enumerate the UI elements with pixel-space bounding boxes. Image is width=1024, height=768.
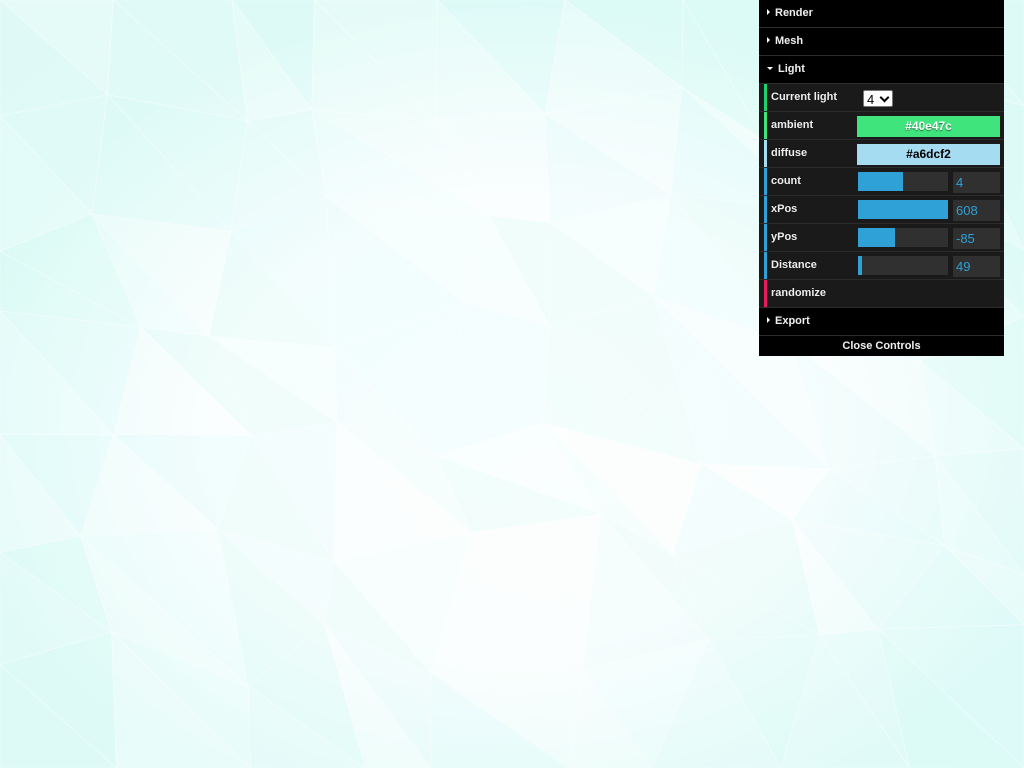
distance-input[interactable]: 49	[953, 256, 1000, 277]
ypos-slider[interactable]	[858, 228, 948, 247]
xpos-slider-fill	[858, 200, 948, 219]
controls-panel: Render Mesh Light Current light 4 ambien…	[759, 0, 1004, 356]
folder-render-label: Render	[775, 7, 813, 19]
row-stripe	[764, 196, 767, 223]
ambient-label: ambient	[771, 119, 814, 131]
ypos-row: yPos -85	[759, 224, 1004, 252]
triangle-right-icon	[767, 37, 770, 44]
folder-light[interactable]: Light	[759, 56, 1004, 84]
row-stripe	[764, 112, 767, 139]
close-controls-button[interactable]: Close Controls	[759, 336, 1004, 356]
count-slider[interactable]	[858, 172, 948, 191]
xpos-row: xPos 608	[759, 196, 1004, 224]
diffuse-row: diffuse #a6dcf2	[759, 140, 1004, 168]
diffuse-color-field[interactable]: #a6dcf2	[857, 144, 1000, 165]
xpos-input[interactable]: 608	[953, 200, 1000, 221]
current-light-label: Current light	[771, 91, 837, 103]
folder-export-label: Export	[775, 315, 810, 327]
diffuse-label: diffuse	[771, 147, 808, 159]
ambient-color-field[interactable]: #40e47c	[857, 116, 1000, 137]
folder-mesh-label: Mesh	[775, 35, 804, 47]
xpos-label: xPos	[771, 203, 798, 215]
randomize-button[interactable]: randomize	[759, 280, 1004, 308]
randomize-label: randomize	[771, 287, 827, 299]
current-light-row: Current light 4	[759, 84, 1004, 112]
distance-row: Distance 49	[759, 252, 1004, 280]
count-label: count	[771, 175, 801, 187]
row-stripe	[764, 252, 767, 279]
row-stripe	[764, 168, 767, 195]
chevron-down-icon	[879, 92, 890, 103]
ypos-slider-fill	[858, 228, 895, 247]
folder-mesh[interactable]: Mesh	[759, 28, 1004, 56]
row-stripe	[764, 224, 767, 251]
folder-export[interactable]: Export	[759, 308, 1004, 336]
count-input[interactable]: 4	[953, 172, 1000, 193]
count-slider-fill	[858, 172, 903, 191]
row-stripe	[764, 84, 767, 111]
current-light-value: 4	[867, 92, 875, 107]
current-light-select[interactable]: 4	[863, 90, 893, 107]
folder-render[interactable]: Render	[759, 0, 1004, 28]
distance-slider-fill	[858, 256, 862, 275]
xpos-slider[interactable]	[858, 200, 948, 219]
row-stripe	[764, 280, 767, 307]
distance-label: Distance	[771, 259, 817, 271]
ambient-row: ambient #40e47c	[759, 112, 1004, 140]
triangle-right-icon	[767, 317, 770, 324]
triangle-down-icon	[767, 66, 773, 70]
triangle-right-icon	[767, 9, 770, 16]
row-stripe	[764, 140, 767, 167]
distance-slider[interactable]	[858, 256, 948, 275]
folder-light-label: Light	[778, 63, 805, 75]
count-row: count 4	[759, 168, 1004, 196]
ypos-input[interactable]: -85	[953, 228, 1000, 249]
ypos-label: yPos	[771, 231, 798, 243]
